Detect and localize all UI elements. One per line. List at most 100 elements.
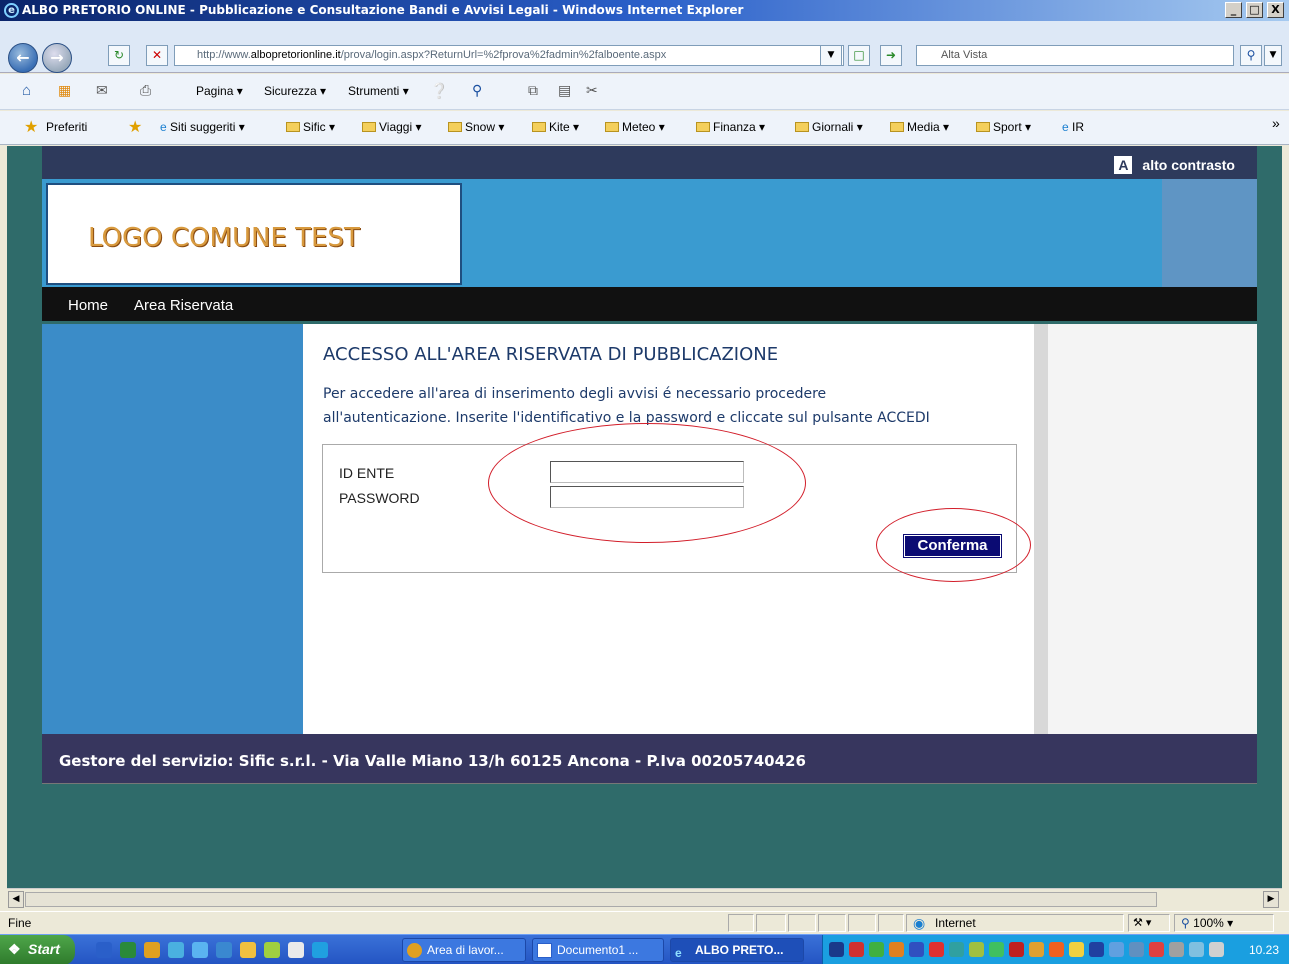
skype-icon[interactable] [312,942,328,958]
left-sidebar [42,324,303,734]
folder-icon [976,122,990,132]
tray-icon[interactable] [949,942,964,957]
back-icon[interactable]: ← [8,43,38,73]
copy-icon[interactable]: ⧉ [528,82,538,99]
tray-icon[interactable] [1069,942,1084,957]
fav-viaggi[interactable]: Viaggi ▾ [362,120,422,134]
help-icon[interactable]: ❔ [430,82,449,100]
feeds-icon[interactable]: ▦ [58,82,71,99]
fav-kite[interactable]: Kite ▾ [532,120,579,134]
search-options-icon[interactable]: ▼ [1264,45,1282,66]
tray-icon[interactable] [849,942,864,957]
fav-sific[interactable]: Sific ▾ [286,120,335,134]
fav-finanza[interactable]: Finanza ▾ [696,120,765,134]
task-label: Area di lavor... [427,943,504,957]
tray-icon[interactable] [909,942,924,957]
search-input[interactable]: Alta Vista [916,45,1234,66]
task-area-di-lavoro[interactable]: Area di lavor... [402,938,526,962]
tray-icon[interactable] [869,942,884,957]
zoom-control[interactable]: ⚲ 100% ▾ [1174,914,1274,932]
fav-snow[interactable]: Snow ▾ [448,120,504,134]
research-icon[interactable]: ⚲ [472,82,482,99]
menu-strumenti[interactable]: Strumenti ▾ [348,84,409,98]
print-icon[interactable]: ⎙ [140,82,151,99]
internet-explorer-icon: e [4,3,19,18]
tray-icon[interactable] [1149,942,1164,957]
tray-icon[interactable] [1109,942,1124,957]
tray-icon[interactable] [1129,942,1144,957]
scroll-left-icon[interactable]: ◀ [8,891,24,908]
protected-mode-icon[interactable]: ⚒ ▾ [1128,914,1170,932]
app-icon[interactable] [216,942,232,958]
folder-icon[interactable] [240,942,256,958]
horizontal-scrollbar[interactable]: ◀ ▶ [7,888,1282,909]
tray-icon[interactable] [889,942,904,957]
fav-ir[interactable]: e IR [1062,120,1084,134]
security-zone[interactable]: ◉ Internet [906,914,1124,932]
read-mail-icon[interactable]: ✉ [96,82,108,99]
password-label: PASSWORD [339,490,420,506]
forward-icon[interactable]: → [42,43,72,73]
high-contrast-link[interactable]: Aalto contrasto [1114,156,1235,174]
close-button[interactable]: X [1267,2,1284,18]
scrollbar-thumb[interactable] [25,892,1157,907]
tray-icon[interactable] [1009,942,1024,957]
compatibility-icon[interactable]: □ [848,45,870,66]
cut-icon[interactable]: ✂ [586,82,598,99]
word-icon [537,943,552,958]
tray-icon[interactable] [1049,942,1064,957]
go-icon[interactable]: ➜ [880,45,902,66]
page-title: ACCESSO ALL'AREA RISERVATA DI PUBBLICAZI… [323,344,779,365]
fav-giornali[interactable]: Giornali ▾ [795,120,863,134]
tray-icon[interactable] [929,942,944,957]
address-toolbar: ← → ↻ ✕ http://www.albopretorionline.it/… [0,21,1289,73]
tray-icon[interactable] [1029,942,1044,957]
app-icon[interactable] [144,942,160,958]
volume-icon[interactable] [1209,942,1224,957]
nav-home[interactable]: Home [68,297,108,314]
search-icon[interactable]: ⚲ [1240,45,1262,66]
stop-icon[interactable]: ✕ [146,45,168,66]
menu-pagina[interactable]: Pagina ▾ [196,84,243,98]
minimize-button[interactable]: _ [1225,2,1242,18]
favorites-button[interactable]: Preferiti [46,120,87,134]
maximize-button[interactable]: □ [1246,2,1263,18]
more-favorites-icon[interactable]: » [1272,115,1280,131]
start-label: Start [28,941,60,957]
clock[interactable]: 10.23 [1249,943,1279,957]
site-logo[interactable]: LOGO COMUNE TEST [46,183,462,285]
nav-area-riservata[interactable]: Area Riservata [134,297,233,314]
paste-icon[interactable]: ▤ [558,82,571,99]
add-favorite-icon[interactable]: ★ [128,117,142,137]
ie-icon[interactable] [192,942,208,958]
word-icon[interactable] [96,942,112,958]
app-icon[interactable] [264,942,280,958]
app-icon[interactable] [168,942,184,958]
tray-icon[interactable] [1189,942,1204,957]
fav-siti-suggeriti[interactable]: e Siti suggeriti ▾ [160,120,245,134]
fav-media[interactable]: Media ▾ [890,120,949,134]
task-documento1[interactable]: Documento1 ... [532,938,664,962]
fav-meteo[interactable]: Meteo ▾ [605,120,665,134]
task-albo-pretorio[interactable]: e ALBO PRETO... [670,938,804,962]
refresh-icon[interactable]: ↻ [108,45,130,66]
status-pane [848,914,876,932]
status-pane [788,914,816,932]
folder-icon [448,122,462,132]
fav-sport[interactable]: Sport ▾ [976,120,1031,134]
tray-icon[interactable] [1169,942,1184,957]
address-dropdown-icon[interactable]: ▼ [820,45,842,66]
excel-icon[interactable] [120,942,136,958]
favorites-star-icon[interactable]: ★ [24,117,38,137]
start-button[interactable]: ❖ Start [0,935,75,964]
tray-icon[interactable] [1089,942,1104,957]
tray-icon[interactable] [969,942,984,957]
tray-icon[interactable] [989,942,1004,957]
menu-sicurezza[interactable]: Sicurezza ▾ [264,84,326,98]
language-icon[interactable] [829,942,844,957]
home-icon[interactable]: ⌂ [22,82,31,99]
high-contrast-label: alto contrasto [1142,157,1235,173]
address-field[interactable]: http://www.albopretorionline.it/prova/lo… [174,45,844,66]
desktop-icon[interactable] [288,942,304,958]
scroll-right-icon[interactable]: ▶ [1263,891,1279,908]
